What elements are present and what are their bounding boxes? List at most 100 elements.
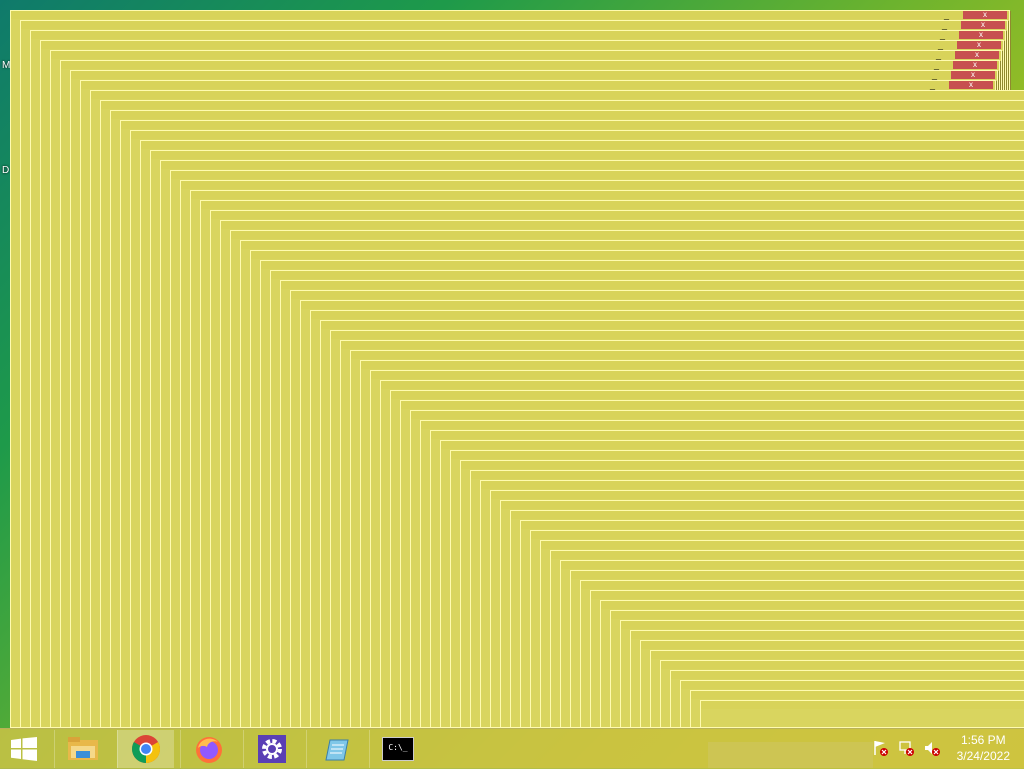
window-titlebar[interactable] — [401, 401, 1024, 409]
close-button[interactable]: x — [951, 71, 995, 79]
window-titlebar[interactable] — [631, 631, 1024, 639]
window-titlebar[interactable] — [431, 431, 1024, 439]
minimize-button[interactable]: _ — [928, 81, 937, 90]
taskbar-terminal[interactable]: C:\_ — [369, 730, 426, 768]
clock[interactable]: 1:56 PM 3/24/2022 — [957, 732, 1010, 764]
window-titlebar[interactable] — [81, 81, 995, 89]
taskbar-firefox[interactable] — [180, 730, 237, 768]
window-titlebar[interactable] — [291, 291, 1024, 299]
window-titlebar[interactable] — [251, 251, 1024, 259]
stacked-window[interactable] — [700, 700, 1024, 728]
window-titlebar[interactable] — [511, 511, 1024, 519]
window-titlebar[interactable] — [261, 261, 1024, 269]
close-button[interactable]: x — [949, 81, 993, 89]
close-button[interactable]: x — [961, 21, 1005, 29]
window-titlebar[interactable] — [101, 101, 1024, 109]
windows-logo-icon — [11, 737, 37, 761]
taskbar-file-explorer[interactable] — [54, 730, 111, 768]
minimize-button[interactable]: _ — [932, 61, 941, 70]
window-titlebar[interactable] — [161, 161, 1024, 169]
window-titlebar[interactable] — [591, 591, 1024, 599]
window-titlebar[interactable] — [341, 341, 1024, 349]
window-titlebar[interactable] — [221, 221, 1024, 229]
window-titlebar[interactable] — [651, 651, 1024, 659]
minimize-button[interactable]: _ — [930, 71, 939, 80]
window-titlebar[interactable] — [21, 21, 1007, 29]
window-titlebar[interactable] — [641, 641, 1024, 649]
window-titlebar[interactable] — [661, 661, 1024, 669]
window-titlebar[interactable] — [191, 191, 1024, 199]
window-titlebar[interactable] — [351, 351, 1024, 359]
close-button[interactable]: x — [955, 51, 999, 59]
close-button[interactable]: x — [963, 11, 1007, 19]
window-titlebar[interactable] — [701, 701, 1024, 709]
window-titlebar[interactable] — [31, 31, 1005, 39]
taskbar-settings[interactable] — [243, 730, 300, 768]
window-titlebar[interactable] — [111, 111, 1024, 119]
window-titlebar[interactable] — [241, 241, 1024, 249]
window-titlebar[interactable] — [131, 131, 1024, 139]
window-titlebar[interactable] — [61, 61, 999, 69]
window-titlebar[interactable] — [121, 121, 1024, 129]
window-titlebar[interactable] — [481, 481, 1024, 489]
window-titlebar[interactable] — [461, 461, 1024, 469]
window-titlebar[interactable] — [381, 381, 1024, 389]
window-titlebar[interactable] — [301, 301, 1024, 309]
window-titlebar[interactable] — [361, 361, 1024, 369]
window-titlebar[interactable] — [231, 231, 1024, 239]
window-titlebar[interactable] — [171, 171, 1024, 179]
minimize-button[interactable]: _ — [934, 51, 943, 60]
window-titlebar[interactable] — [41, 41, 1003, 49]
window-titlebar[interactable] — [211, 211, 1024, 219]
window-titlebar[interactable] — [331, 331, 1024, 339]
window-titlebar[interactable] — [411, 411, 1024, 419]
window-titlebar[interactable] — [281, 281, 1024, 289]
window-titlebar[interactable] — [91, 91, 1024, 99]
network-icon[interactable] — [896, 738, 916, 758]
window-titlebar[interactable] — [621, 621, 1024, 629]
window-titlebar[interactable] — [671, 671, 1024, 679]
window-titlebar[interactable] — [491, 491, 1024, 499]
close-button[interactable]: x — [953, 61, 997, 69]
taskbar-chrome[interactable] — [117, 730, 174, 768]
window-titlebar[interactable] — [201, 201, 1024, 209]
window-titlebar[interactable] — [391, 391, 1024, 399]
window-titlebar[interactable] — [611, 611, 1024, 619]
close-button[interactable]: x — [959, 31, 1003, 39]
taskbar-notepad[interactable] — [306, 730, 363, 768]
window-titlebar[interactable] — [561, 561, 1024, 569]
window-titlebar[interactable] — [321, 321, 1024, 329]
window-titlebar[interactable] — [151, 151, 1024, 159]
file-explorer-icon — [68, 737, 98, 760]
window-titlebar[interactable] — [71, 71, 997, 79]
window-titlebar[interactable] — [581, 581, 1024, 589]
window-titlebar[interactable] — [51, 51, 1001, 59]
start-button[interactable] — [0, 729, 48, 769]
window-titlebar[interactable] — [571, 571, 1024, 579]
volume-muted-icon[interactable] — [922, 738, 942, 758]
minimize-button[interactable]: _ — [942, 11, 951, 20]
window-titlebar[interactable] — [441, 441, 1024, 449]
minimize-button[interactable]: _ — [940, 21, 949, 30]
minimize-button[interactable]: _ — [938, 31, 947, 40]
window-titlebar[interactable] — [371, 371, 1024, 379]
window-titlebar[interactable] — [471, 471, 1024, 479]
window-titlebar[interactable] — [181, 181, 1024, 189]
window-titlebar[interactable] — [531, 531, 1024, 539]
window-titlebar[interactable] — [451, 451, 1024, 459]
window-titlebar[interactable] — [271, 271, 1024, 279]
minimize-button[interactable]: _ — [936, 41, 945, 50]
window-titlebar[interactable] — [601, 601, 1024, 609]
window-titlebar[interactable] — [141, 141, 1024, 149]
window-titlebar[interactable] — [541, 541, 1024, 549]
window-titlebar[interactable] — [501, 501, 1024, 509]
action-center-icon[interactable] — [870, 738, 890, 758]
window-titlebar[interactable] — [521, 521, 1024, 529]
window-titlebar[interactable] — [311, 311, 1024, 319]
close-button[interactable]: x — [957, 41, 1001, 49]
window-titlebar[interactable] — [551, 551, 1024, 559]
window-titlebar[interactable] — [681, 681, 1024, 689]
window-titlebar[interactable] — [691, 691, 1024, 699]
window-titlebar[interactable] — [421, 421, 1024, 429]
window-titlebar[interactable] — [11, 11, 1009, 19]
